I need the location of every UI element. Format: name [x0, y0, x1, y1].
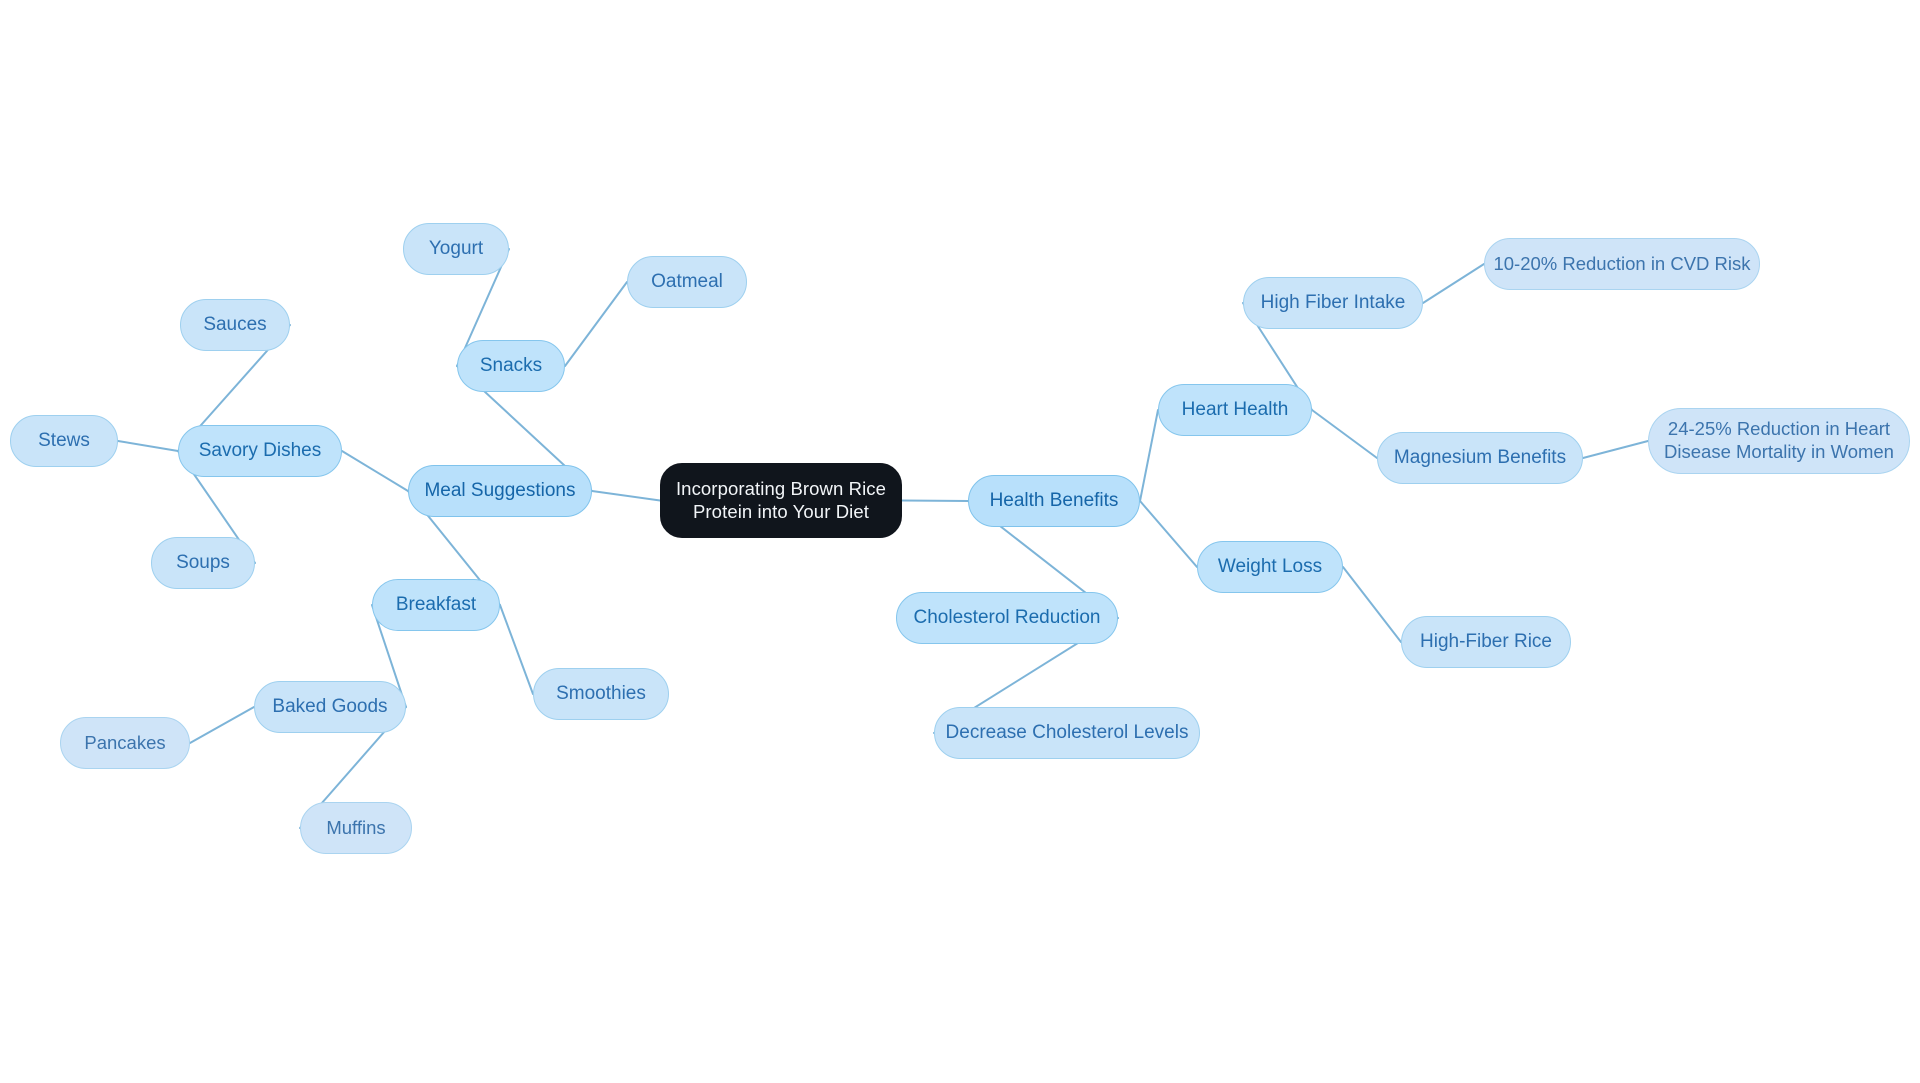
edge-incorporating-brown-rice-protein-into-your-diet-to-health-benefits: [901, 499, 969, 502]
node-smoothies[interactable]: Smoothies: [533, 668, 669, 720]
edge-incorporating-brown-rice-protein-into-your-diet-to-meal-suggestions: [591, 490, 661, 502]
node-decrease-cholesterol-levels[interactable]: Decrease Cholesterol Levels: [934, 707, 1200, 759]
node-stews[interactable]: Stews: [10, 415, 118, 467]
node-savory-dishes[interactable]: Savory Dishes: [178, 425, 342, 477]
edge-snacks-to-oatmeal: [564, 281, 628, 367]
edge-high-fiber-intake-to-10-20-reduction-in-cvd-risk: [1422, 263, 1485, 304]
edge-health-benefits-to-weight-loss: [1139, 500, 1198, 568]
edge-meal-suggestions-to-savory-dishes: [341, 450, 409, 492]
edge-health-benefits-to-heart-health: [1139, 409, 1159, 502]
edge-weight-loss-to-high-fiber-rice: [1342, 566, 1402, 643]
node-breakfast[interactable]: Breakfast: [372, 579, 500, 631]
edge-breakfast-to-smoothies: [499, 604, 534, 695]
node-pancakes[interactable]: Pancakes: [60, 717, 190, 769]
node-snacks[interactable]: Snacks: [457, 340, 565, 392]
node-yogurt[interactable]: Yogurt: [403, 223, 509, 275]
edge-magnesium-benefits-to-24-25-reduction-in-heart-disease-mortality-in-women: [1582, 440, 1649, 459]
root-node-incorporating-brown-rice-protein-into-your-diet[interactable]: Incorporating Brown Rice Protein into Yo…: [660, 463, 902, 538]
node-magnesium-benefits[interactable]: Magnesium Benefits: [1377, 432, 1583, 484]
node-weight-loss[interactable]: Weight Loss: [1197, 541, 1343, 593]
node-high-fiber-intake[interactable]: High Fiber Intake: [1243, 277, 1423, 329]
node-health-benefits[interactable]: Health Benefits: [968, 475, 1140, 527]
node-soups[interactable]: Soups: [151, 537, 255, 589]
edge-layer: [117, 248, 1649, 829]
edge-heart-health-to-magnesium-benefits: [1311, 409, 1378, 459]
node-24-25-reduction-in-heart-disease-mortality-in-women[interactable]: 24-25% Reduction in Heart Disease Mortal…: [1648, 408, 1910, 474]
mindmap-canvas: Incorporating Brown Rice Protein into Yo…: [0, 0, 1920, 1083]
node-oatmeal[interactable]: Oatmeal: [627, 256, 747, 308]
edge-baked-goods-to-pancakes: [189, 706, 255, 744]
node-heart-health[interactable]: Heart Health: [1158, 384, 1312, 436]
node-baked-goods[interactable]: Baked Goods: [254, 681, 406, 733]
node-muffins[interactable]: Muffins: [300, 802, 412, 854]
node-high-fiber-rice[interactable]: High-Fiber Rice: [1401, 616, 1571, 668]
edge-savory-dishes-to-stews: [117, 440, 179, 452]
node-cholesterol-reduction[interactable]: Cholesterol Reduction: [896, 592, 1118, 644]
node-sauces[interactable]: Sauces: [180, 299, 290, 351]
node-10-20-reduction-in-cvd-risk[interactable]: 10-20% Reduction in CVD Risk: [1484, 238, 1760, 290]
node-meal-suggestions[interactable]: Meal Suggestions: [408, 465, 592, 517]
